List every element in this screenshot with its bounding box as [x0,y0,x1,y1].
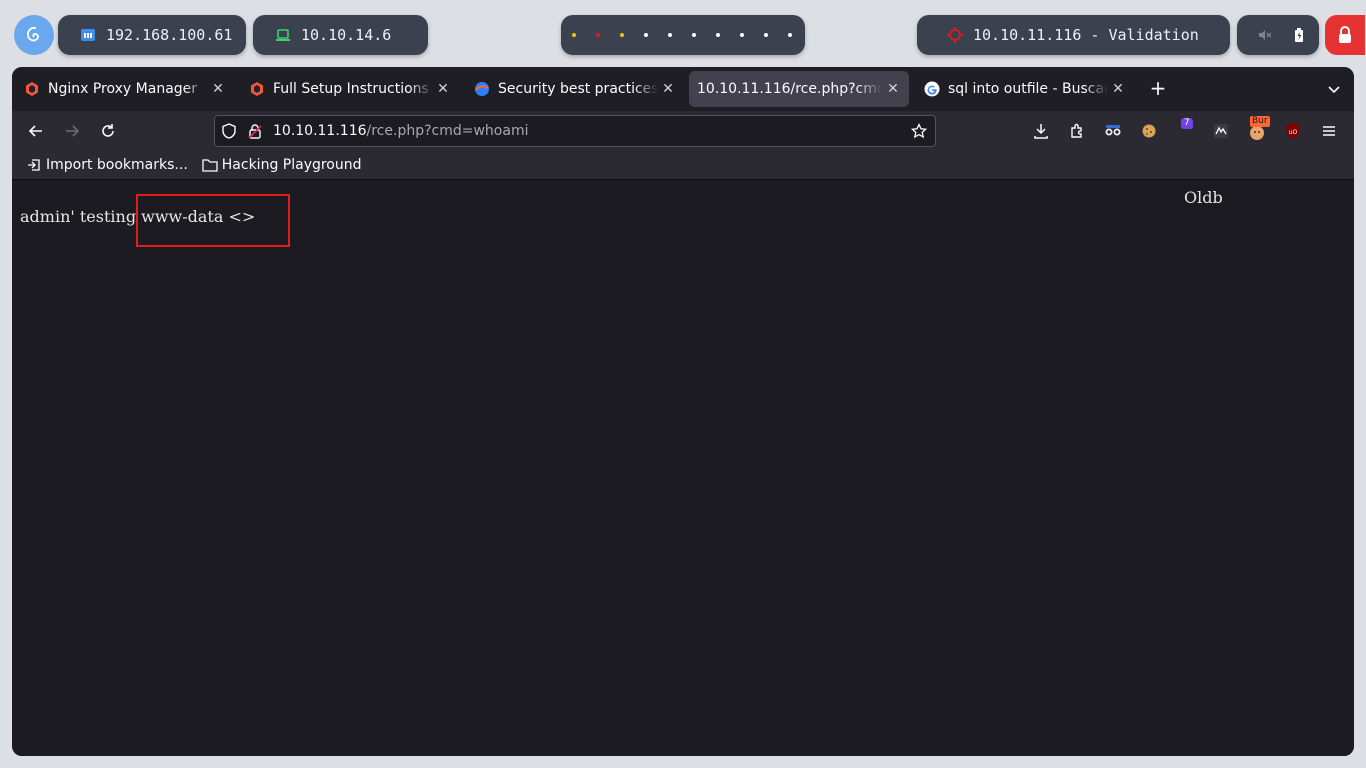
tab-title: Security best practices | [498,81,658,97]
nginx-proxy-manager-favicon-icon [24,81,40,97]
tab-title: Full Setup Instructions | N [273,81,433,97]
close-tab-icon[interactable]: ✕ [433,81,453,97]
list-all-tabs-chevron-icon[interactable] [1322,77,1346,101]
bookmark-star-icon[interactable] [909,121,929,141]
workspace-dot-3[interactable] [617,31,626,40]
tab-title: sql into outfile - Buscar c [948,81,1108,97]
reload-icon[interactable] [94,117,122,145]
workspace-switcher[interactable] [561,15,805,55]
burp-proxy-extension-icon[interactable]: Bur [1244,116,1270,144]
back-arrow-icon[interactable] [22,117,50,145]
bookmark-import[interactable]: Import bookmarks... [24,153,190,177]
shield-icon[interactable] [219,121,239,141]
close-tab-icon[interactable]: ✕ [658,81,678,97]
svg-text:uO: uO [1289,129,1298,136]
url-bar[interactable]: 10.10.11.116/rce.php?cmd=whoami [214,115,936,147]
tab-full-setup-instructions[interactable]: Full Setup Instructions | N ✕ [239,71,459,107]
workspace-dot-2[interactable] [593,31,602,40]
tab-title: 10.10.11.116/rce.php?cmd= [697,81,883,97]
output-prefix: admin' testing [20,207,142,226]
lan-ip-widget[interactable]: 192.168.100.61 [58,15,246,55]
bookmark-label: Import bookmarks... [46,157,188,173]
bookmark-label: Hacking Playground [221,157,362,173]
tab-strip: Nginx Proxy Manager ✕ Full Setup Instruc… [12,67,1354,111]
ublock-origin-icon[interactable]: uO [1280,118,1306,144]
google-favicon-icon [924,81,940,97]
spy-glasses-extension-icon[interactable] [1100,118,1126,144]
page-right-text: Oldb [1184,188,1223,207]
laptop-icon [275,27,291,43]
mute-icon[interactable] [1257,27,1273,43]
workspace-dot-6[interactable] [689,31,698,40]
workspace-dot-4[interactable] [641,31,650,40]
target-text: 10.10.11.116 - Validation [973,26,1199,44]
cookie-extension-icon[interactable] [1136,118,1162,144]
counter-badge-extension-icon[interactable]: 7 [1174,118,1200,144]
downloads-icon[interactable] [1028,118,1054,144]
folder-icon [202,157,218,173]
bookmark-folder-hacking-playground[interactable]: Hacking Playground [200,153,364,177]
tab-rce-php[interactable]: 10.10.11.116/rce.php?cmd= ✕ [689,71,909,107]
tab-title: Nginx Proxy Manager [48,81,198,97]
workspace-dot-5[interactable] [665,31,674,40]
lock-icon[interactable] [1325,15,1365,55]
vpn-ip-text: 10.10.14.6 [301,26,392,44]
battery-icon[interactable] [1291,27,1307,43]
workspace-dot-10[interactable] [785,31,794,40]
crosshair-icon [947,27,963,43]
navigation-toolbar: 10.10.11.116/rce.php?cmd=whoami 7 Bur uO [12,111,1354,151]
workspace-dot-8[interactable] [737,31,746,40]
vpn-ip-widget[interactable]: 10.10.14.6 [253,15,428,55]
new-tab-button[interactable]: + [1146,77,1170,101]
wappalyzer-extension-icon[interactable] [1208,118,1234,144]
extensions-puzzle-icon[interactable] [1064,118,1090,144]
lan-ip-text: 192.168.100.61 [106,26,233,44]
url-path: /rce.php?cmd=whoami [366,123,529,139]
hamburger-menu-icon[interactable] [1316,118,1342,144]
target-widget[interactable]: 10.10.11.116 - Validation [917,15,1230,55]
url-host: 10.10.11.116 [273,123,367,139]
burp-label: Bur [1250,116,1270,127]
close-tab-icon[interactable]: ✕ [883,81,903,97]
desktop-topbar: 192.168.100.61 10.10.14.6 10.10.11.116 -… [0,0,1366,68]
extension-badge-count: 7 [1181,118,1193,129]
system-tray[interactable] [1237,15,1319,55]
tab-security-best-practices[interactable]: Security best practices | ✕ [464,71,684,107]
network-icon [80,27,96,43]
nginx-proxy-manager-favicon-icon [249,81,265,97]
forward-arrow-icon[interactable] [58,117,86,145]
workspace-dot-9[interactable] [761,31,770,40]
workspace-dot-7[interactable] [713,31,722,40]
globe-favicon-icon [474,81,490,97]
close-tab-icon[interactable]: ✕ [208,81,228,97]
browser-window: Nginx Proxy Manager ✕ Full Setup Instruc… [12,67,1354,756]
annotation-highlight-box [136,194,290,247]
bookmarks-toolbar: Import bookmarks... Hacking Playground [12,151,1354,180]
workspace-dot-1[interactable] [569,31,578,40]
url-text[interactable]: 10.10.11.116/rce.php?cmd=whoami [273,123,528,139]
tab-sql-into-outfile[interactable]: sql into outfile - Buscar c ✕ [914,71,1134,107]
insecure-lock-icon[interactable] [245,121,265,141]
page-content: admin' testing www-data <> Oldb [12,180,1354,756]
import-icon [26,157,42,173]
close-tab-icon[interactable]: ✕ [1108,81,1128,97]
tab-nginx-proxy-manager[interactable]: Nginx Proxy Manager ✕ [14,71,234,107]
debian-icon[interactable] [14,15,54,55]
